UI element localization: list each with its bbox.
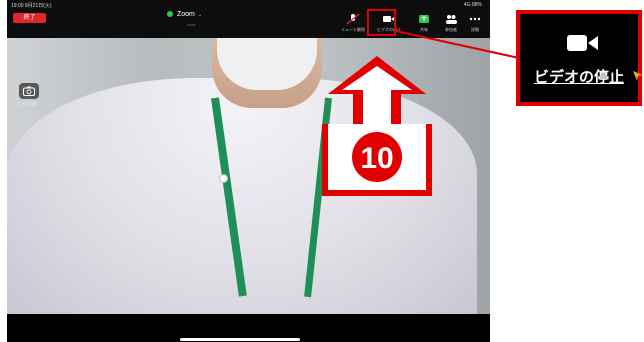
video-camera-icon <box>567 35 598 51</box>
step-arrow-icon: 10 <box>322 56 432 196</box>
step-number: 10 <box>360 142 393 175</box>
cursor-pointer-icon <box>633 71 643 81</box>
stop-video-callout: ビデオの停止 <box>516 10 643 106</box>
callout-label: ビデオの停止 <box>533 69 624 86</box>
